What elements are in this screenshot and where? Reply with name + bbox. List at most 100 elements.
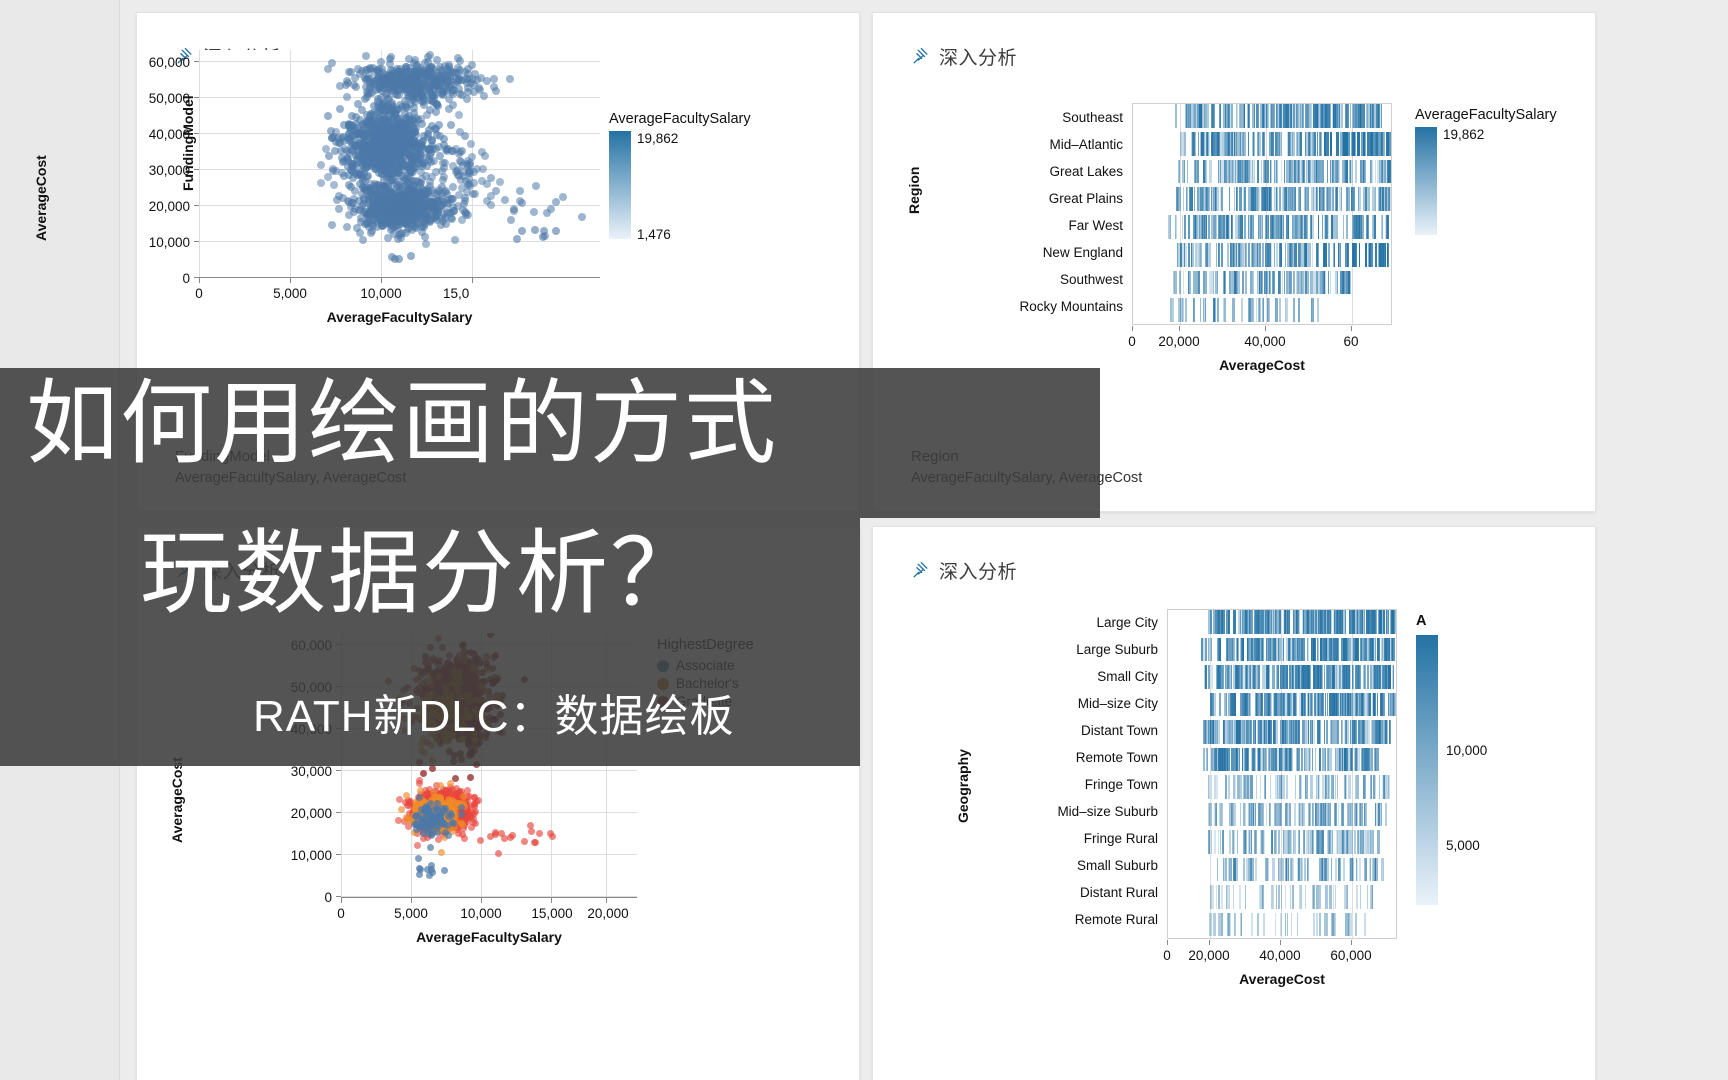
strip-mark: [1306, 104, 1308, 128]
strip-mark: [1345, 104, 1348, 128]
strip-mark: [1350, 187, 1353, 211]
strip-mark: [1274, 637, 1277, 661]
strip-mark: [1272, 665, 1276, 689]
strip-mark: [1387, 637, 1390, 661]
strip-mark: [1301, 637, 1303, 661]
strip-mark: [1240, 215, 1243, 239]
strip-mark: [1310, 215, 1312, 239]
scatter-point: [398, 806, 406, 814]
card-geography[interactable]: 深入分析 Geography Large City Large Suburb S…: [872, 526, 1596, 1080]
strip-mark: [1266, 665, 1270, 689]
strip-mark: [1209, 159, 1213, 184]
strip-mark: [1296, 131, 1299, 156]
strip-mark: [1388, 692, 1390, 716]
strip-mark: [1202, 159, 1205, 184]
strip-mark: [1216, 747, 1220, 771]
strip-mark: [1248, 242, 1250, 267]
strip-mark: [1249, 610, 1251, 634]
strip-mark: [1269, 747, 1271, 771]
strip-mark: [1305, 270, 1308, 295]
strip-mark: [1198, 104, 1201, 128]
scatter-point: [415, 793, 423, 801]
strip-mark: [1302, 159, 1305, 184]
strip-mark: [1361, 692, 1362, 716]
scatter-point: [430, 788, 438, 796]
strip-mark: [1242, 242, 1245, 267]
strip-mark: [1301, 747, 1303, 771]
strip-mark: [1258, 610, 1261, 634]
strip-mark: [1219, 187, 1222, 211]
strip-mark: [1342, 637, 1344, 661]
strip-mark: [1290, 187, 1294, 211]
strip-mark: [1235, 187, 1238, 211]
strip-mark: [1204, 270, 1208, 295]
strip-mark: [1282, 637, 1284, 661]
strip-mark: [1308, 270, 1309, 295]
strip-mark: [1240, 242, 1242, 267]
strip-mark: [1297, 270, 1299, 295]
strip-mark: [1227, 242, 1229, 267]
card-header-label: 深入分析: [939, 47, 1018, 69]
strip-mark: [1224, 298, 1226, 322]
strip-marks: [1133, 104, 1391, 324]
strip-mark: [1377, 637, 1380, 661]
strip-mark: [1247, 692, 1250, 716]
strip-mark: [1237, 637, 1239, 661]
pin-icon[interactable]: [911, 47, 930, 66]
card-header[interactable]: 深入分析: [873, 13, 1595, 69]
strip-mark: [1323, 665, 1325, 689]
strip-mark: [1354, 692, 1358, 716]
strip-mark: [1232, 720, 1235, 744]
strip-mark: [1374, 242, 1378, 267]
strip-mark: [1342, 610, 1343, 634]
strip-mark: [1242, 131, 1245, 156]
strip-mark: [1316, 104, 1319, 128]
strip-mark: [1265, 610, 1267, 634]
strip-mark: [1270, 187, 1273, 211]
strip-mark: [1360, 104, 1362, 128]
strip-mark: [1242, 270, 1244, 295]
strip-mark: [1187, 159, 1189, 184]
strip-mark: [1284, 270, 1285, 295]
strip-mark: [1244, 270, 1248, 295]
strip-mark: [1222, 720, 1224, 744]
strip-mark: [1373, 665, 1375, 689]
strip-mark: [1363, 720, 1365, 744]
strip-mark: [1312, 187, 1315, 211]
strip-mark: [1337, 242, 1340, 267]
strip-mark: [1381, 665, 1384, 689]
strip-mark: [1380, 692, 1383, 716]
strip-mark: [1311, 159, 1315, 184]
strip-mark: [1224, 747, 1228, 771]
strip-mark: [1198, 131, 1200, 156]
strip-mark: [1333, 637, 1336, 661]
strip-mark: [1240, 298, 1243, 322]
strip-mark: [1271, 215, 1273, 239]
x-tickmark: [1179, 326, 1180, 331]
strip-mark: [1318, 692, 1321, 716]
strip-mark: [1251, 159, 1254, 184]
strip-mark: [1291, 159, 1294, 184]
strip-mark: [1354, 720, 1357, 744]
strip-mark: [1277, 637, 1280, 661]
strip-mark: [1257, 720, 1261, 744]
strip-mark: [1291, 665, 1294, 689]
strip-mark: [1317, 720, 1320, 744]
strip-mark: [1282, 665, 1285, 689]
strip-mark: [1211, 270, 1214, 295]
strip-mark: [1327, 270, 1330, 295]
pin-icon[interactable]: [911, 561, 930, 580]
strip-mark: [1213, 720, 1215, 744]
strip-mark: [1280, 104, 1282, 128]
strip-mark: [1228, 131, 1231, 156]
strip-mark: [1374, 159, 1376, 184]
strip-mark: [1261, 610, 1264, 634]
strip-mark: [1227, 665, 1229, 689]
y-tick-label: 20,000: [290, 806, 332, 821]
strip-mark: [1243, 637, 1245, 661]
strip-mark: [1369, 104, 1371, 128]
y-tick-label: Mid–size Suburb: [1057, 804, 1158, 819]
card-header[interactable]: 深入分析: [873, 527, 1595, 583]
y-tick-label: Mid–Atlantic: [1049, 137, 1123, 152]
strip-mark: [1306, 665, 1309, 689]
